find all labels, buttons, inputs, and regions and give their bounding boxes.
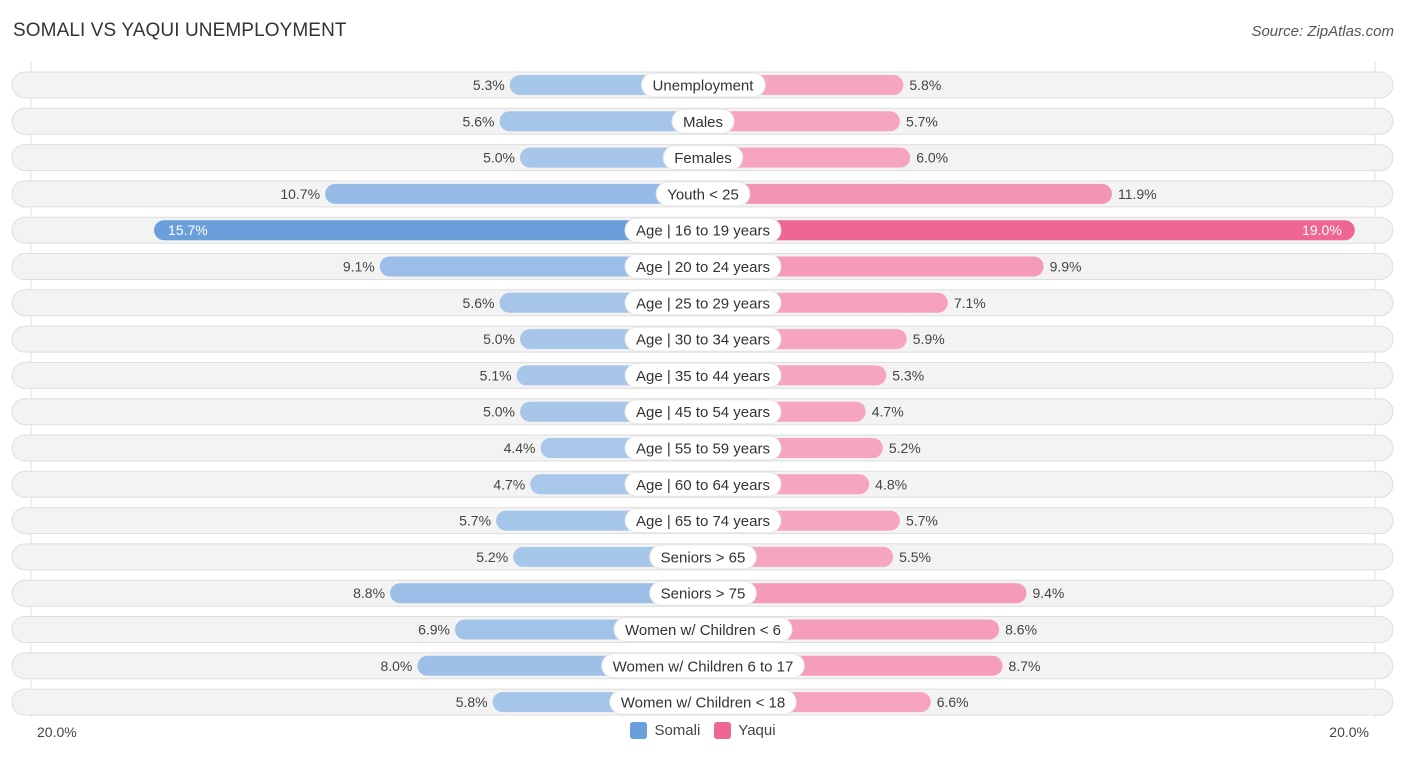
bar-somali: [154, 220, 703, 241]
category-label: Age | 20 to 24 years: [636, 259, 770, 276]
category-label: Age | 35 to 44 years: [636, 368, 770, 385]
bar-row: Women w/ Children 6 to 17 8.0% 8.7%: [11, 652, 1394, 680]
category-label: Age | 16 to 19 years: [636, 223, 770, 240]
legend-label-somali: Somali: [654, 722, 701, 739]
value-label-yaqui: 5.8%: [909, 77, 941, 93]
bar-somali: [325, 183, 703, 204]
value-label-somali: 8.0%: [380, 658, 412, 674]
value-label-somali: 15.7%: [168, 222, 208, 238]
category-label: Youth < 25: [667, 186, 739, 203]
value-label-yaqui: 6.6%: [937, 694, 969, 710]
bar-row: Age | 30 to 34 years 5.0% 5.9%: [11, 325, 1394, 353]
bar-row: Youth < 25 10.7% 11.9%: [11, 180, 1394, 208]
value-label-somali: 8.8%: [353, 585, 385, 601]
value-label-somali: 4.4%: [504, 440, 536, 456]
category-label: Age | 60 to 64 years: [636, 477, 770, 494]
bar-row: Females 5.0% 6.0%: [11, 144, 1394, 172]
value-label-yaqui: 8.6%: [1005, 622, 1037, 638]
category-label: Age | 65 to 74 years: [636, 513, 770, 530]
category-label: Age | 25 to 29 years: [636, 295, 770, 312]
value-label-somali: 5.6%: [463, 113, 495, 129]
category-label: Seniors > 65: [661, 549, 746, 566]
legend-swatch-yaqui: [714, 722, 732, 739]
bar-row: Age | 16 to 19 years 15.7% 19.0%: [11, 216, 1394, 244]
value-label-somali: 5.3%: [473, 77, 505, 93]
value-label-yaqui: 9.4%: [1032, 585, 1064, 601]
bar-row: Seniors > 75 8.8% 9.4%: [11, 579, 1394, 607]
category-label: Age | 30 to 34 years: [636, 332, 770, 349]
category-label: Women w/ Children 6 to 17: [613, 658, 794, 675]
value-label-somali: 5.7%: [459, 513, 491, 529]
bar-row: Seniors > 65 5.2% 5.5%: [11, 543, 1394, 571]
value-label-yaqui: 5.2%: [889, 440, 921, 456]
bar-row: Age | 45 to 54 years 5.0% 4.7%: [11, 398, 1394, 426]
value-label-yaqui: 5.5%: [899, 549, 931, 565]
chart-canvas: Unemployment 5.3% 5.8% Males 5.6% 5.7% Females…: [11, 62, 1394, 718]
legend: Somali Yaqui: [0, 722, 1406, 739]
category-label: Seniors > 75: [661, 586, 746, 603]
category-label: Males: [683, 114, 723, 131]
value-label-somali: 5.6%: [463, 295, 495, 311]
category-label: Females: [674, 150, 732, 167]
value-label-somali: 5.8%: [456, 694, 488, 710]
value-label-somali: 5.0%: [483, 150, 515, 166]
value-label-yaqui: 5.7%: [906, 113, 938, 129]
value-label-somali: 10.7%: [280, 186, 320, 202]
bar-row: Age | 60 to 64 years 4.7% 4.8%: [11, 470, 1394, 498]
value-label-yaqui: 5.7%: [906, 513, 938, 529]
value-label-yaqui: 4.7%: [872, 404, 904, 420]
category-label: Women w/ Children < 6: [625, 622, 781, 639]
value-label-somali: 5.2%: [476, 549, 508, 565]
bar-row: Age | 20 to 24 years 9.1% 9.9%: [11, 253, 1394, 280]
value-label-somali: 9.1%: [343, 259, 375, 275]
value-label-yaqui: 7.1%: [954, 295, 986, 311]
bar-row: Women w/ Children < 18 5.8% 6.6%: [11, 688, 1394, 716]
legend-swatch-somali: [630, 722, 648, 739]
value-label-somali: 5.0%: [483, 404, 515, 420]
value-label-somali: 4.7%: [493, 476, 525, 492]
value-label-yaqui: 19.0%: [1302, 222, 1342, 238]
bar-row: Age | 35 to 44 years 5.1% 5.3%: [11, 361, 1394, 389]
legend-item-somali[interactable]: Somali: [630, 722, 700, 739]
value-label-yaqui: 9.9%: [1050, 259, 1082, 275]
bar-row: Unemployment 5.3% 5.8%: [11, 71, 1394, 99]
value-label-somali: 5.1%: [480, 367, 512, 383]
category-label: Age | 55 to 59 years: [636, 441, 770, 458]
value-label-yaqui: 11.9%: [1118, 186, 1157, 202]
value-label-yaqui: 6.0%: [916, 150, 948, 166]
bar-yaqui: [703, 220, 1355, 241]
bar-row: Males 5.6% 5.7%: [11, 107, 1394, 135]
bar-row: Age | 25 to 29 years 5.6% 7.1%: [11, 289, 1394, 317]
category-label: Age | 45 to 54 years: [636, 404, 770, 421]
category-label: Unemployment: [653, 78, 755, 95]
value-label-yaqui: 5.9%: [913, 331, 945, 347]
value-label-somali: 5.0%: [483, 331, 515, 347]
legend-item-yaqui[interactable]: Yaqui: [714, 722, 776, 739]
bar-row: Women w/ Children < 6 6.9% 8.6%: [11, 616, 1394, 643]
value-label-yaqui: 8.7%: [1009, 658, 1041, 674]
bar-row: Age | 55 to 59 years 4.4% 5.2%: [11, 434, 1394, 462]
bar-row: Age | 65 to 74 years 5.7% 5.7%: [11, 507, 1394, 535]
category-label: Women w/ Children < 18: [621, 695, 785, 712]
value-label-yaqui: 5.3%: [892, 367, 924, 383]
bar-yaqui: [703, 183, 1112, 204]
value-label-yaqui: 4.8%: [875, 476, 907, 492]
value-label-somali: 6.9%: [418, 622, 450, 638]
legend-label-yaqui: Yaqui: [738, 722, 776, 739]
